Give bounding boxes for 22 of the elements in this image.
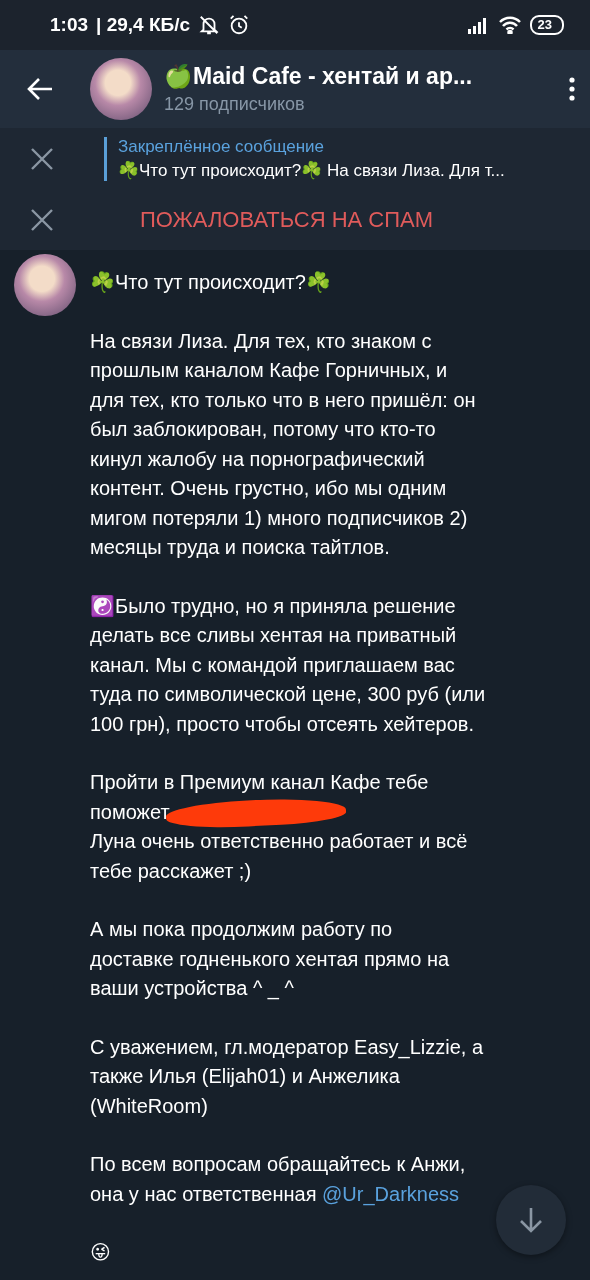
message-text: ☘Что тут происходит?☘ bbox=[90, 270, 332, 295]
pinned-label: Закреплённое сообщение bbox=[118, 137, 325, 157]
pinned-preview[interactable]: ☘Что тут происходит?☘ На связи Лиза. Для т... bbox=[118, 160, 505, 181]
subscriber-count: 129 подписчиков bbox=[164, 94, 306, 115]
message-text: Луна очень ответственно работает и всё тебе расскажет ;) bbox=[90, 829, 469, 884]
message-text: А мы пока продолжим работу по доставке годненького хентая прямо на ваши устройства ^ _ ^ bbox=[90, 917, 451, 1002]
muted-bell-icon bbox=[198, 14, 220, 36]
message-text: 😜 bbox=[90, 1240, 112, 1265]
network-speed: | 29,4 КБ/с bbox=[96, 14, 190, 36]
alarm-icon bbox=[228, 14, 250, 36]
mention-link[interactable]: @Ur_Darkness bbox=[322, 1182, 460, 1205]
channel-title: 🍏Maid Cafe - хентай и ар... bbox=[164, 63, 474, 90]
back-arrow-icon[interactable] bbox=[26, 77, 54, 101]
message-text: С уважением, гл.модератор Easy_Lizzie, а также Илья (Elijah01) и Анжелика (WhiteRoom) bbox=[90, 1034, 485, 1119]
message-text: ☯Было трудно, но я приняла решение делать все сливы хентая на приватный канал. Мы с командой приглашаем вас туда по символической цене, 300 руб (или 100 грн), просто чтобы отсеять хейтеров. bbox=[90, 593, 486, 737]
more-menu-icon[interactable] bbox=[568, 77, 576, 101]
status-time: 1:03 bbox=[50, 14, 89, 36]
message-text: Пройти в Премиум канал Кафе тебе поможет bbox=[90, 768, 486, 827]
message-text: По всем вопросам обращайтесь к Анжи, она у нас ответственная @Ur_Darkness bbox=[90, 1152, 467, 1208]
battery-indicator: 23 bbox=[529, 15, 564, 35]
wifi-icon bbox=[497, 16, 522, 34]
message-text: На связи Лиза. Для тех, кто знаком с прошлым каналом Кафе Горничных, и для тех, кто только что в него пришёл: он был заблокирован, потому что кто-то кинул жалобу на порнографический контент. Очень грустно, ибо мы одним мигом потеряли 1) много подписчиков 2) месяцы труда и поиска тайтлов. bbox=[90, 328, 477, 560]
